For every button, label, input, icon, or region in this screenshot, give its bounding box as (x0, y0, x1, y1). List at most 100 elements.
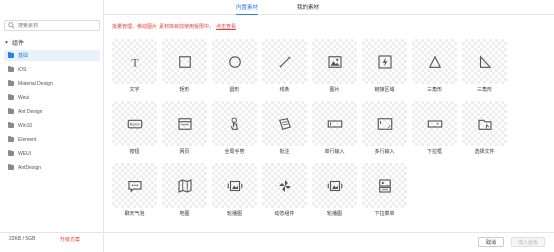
asset-tile[interactable]: 三角形 (412, 39, 457, 95)
asset-tile-preview (162, 163, 207, 208)
asset-tile[interactable]: 圆形 (212, 39, 257, 95)
upgrade-link[interactable]: 升级方案 (60, 236, 80, 243)
line-icon (279, 56, 290, 67)
asset-tile[interactable]: 批注 (262, 101, 307, 157)
asset-tile-preview: Button (112, 101, 157, 146)
search-icon (8, 22, 15, 29)
sidebar-item-label: Weui (18, 94, 30, 101)
chat-bubble-icon (127, 180, 142, 193)
footer-bar (0, 232, 554, 252)
insert-artboard-button[interactable]: 插入画板 (511, 237, 545, 247)
asset-tile-label: 多行输入 (374, 149, 395, 155)
notice-text-1: 批量管理、移动图片 (112, 24, 158, 30)
asset-tile-label: 下拉框 (426, 149, 442, 155)
asset-tile-label: 网页 (179, 149, 190, 155)
cancel-button[interactable]: 取消 (478, 237, 504, 247)
asset-tile[interactable]: 动态组件 (262, 163, 307, 219)
asset-tile-label: 文字 (129, 87, 140, 93)
sidebar-item[interactable]: iOS (4, 64, 100, 75)
asset-tile[interactable]: 轮播图 (212, 163, 257, 219)
tab-my-assets[interactable]: 我的素材 (297, 3, 319, 15)
sidebar-item[interactable]: Element (4, 134, 100, 145)
folder-icon (8, 150, 14, 156)
right-triangle-icon (479, 54, 492, 68)
image-icon (327, 55, 342, 68)
asset-tile-preview (412, 39, 457, 84)
search-input[interactable] (18, 22, 98, 29)
asset-tile[interactable]: 下拉框 (412, 101, 457, 157)
asset-tile-preview (262, 101, 307, 146)
dropdown-icon (427, 119, 442, 128)
asset-tile[interactable]: T 文字 (112, 39, 157, 95)
asset-tile-label: 轮播图 (226, 211, 242, 217)
asset-tile-preview (362, 39, 407, 84)
sidebar-item[interactable]: AntDesign (4, 162, 100, 173)
asset-tile-label: 下拉菜单 (374, 211, 395, 217)
asset-tile[interactable]: Button 按钮 (112, 101, 157, 157)
sidebar-item-label: Win10 (18, 122, 33, 129)
folder-select-icon (477, 119, 492, 130)
group-title: 组件 (11, 41, 24, 47)
folder-icon (8, 164, 14, 170)
carousel-icon (327, 180, 342, 191)
caret-down-icon: ▼ (4, 39, 9, 46)
text-icon: T (131, 55, 139, 69)
asset-tile[interactable]: 线条 (262, 39, 307, 95)
sidebar-item-label: AntDesign (18, 164, 42, 171)
sidebar-item-label: iOS (18, 66, 27, 73)
sidebar-item-label: WEUI (18, 150, 32, 157)
asset-tile-preview (362, 101, 407, 146)
asset-tile[interactable]: 图片 (312, 39, 357, 95)
search-box[interactable] (4, 20, 100, 31)
asset-tile[interactable]: 链接区域 (362, 39, 407, 95)
carousel-icon (227, 180, 242, 191)
asset-tile-label: 聊天气泡 (124, 211, 145, 217)
asset-tile-label: 选择文件 (474, 149, 495, 155)
sidebar-item-label: Element (18, 136, 37, 143)
folder-icon (8, 108, 14, 114)
asset-tile-label: 矩形 (179, 87, 190, 93)
notice-link[interactable]: 点击查看 (216, 23, 236, 30)
sidebar-item[interactable]: Win10 (4, 120, 100, 131)
asset-tile-label: 批注 (279, 149, 290, 155)
asset-tile[interactable]: 网页 (162, 101, 207, 157)
asset-tile[interactable]: 多行输入 (362, 101, 407, 157)
asset-tile-label: 地图 (179, 211, 190, 217)
folder-icon (8, 136, 14, 142)
button-icon: Button (127, 119, 142, 128)
asset-tile[interactable]: 下拉菜单 (362, 163, 407, 219)
folder-icon (8, 94, 14, 100)
tab-builtin-assets[interactable]: 内置素材 (236, 3, 259, 15)
sidebar-item[interactable]: Material Design (4, 78, 100, 89)
asset-tile-label: 动态组件 (274, 211, 295, 217)
sidebar-item[interactable]: 基础 (4, 50, 100, 61)
asset-tile[interactable]: 选择文件 (462, 101, 507, 157)
asset-tile[interactable]: 矩形 (162, 39, 207, 95)
sidebar-item[interactable]: WEUI (4, 148, 100, 159)
asset-tile-preview (312, 101, 357, 146)
asset-tile-preview (362, 163, 407, 208)
sidebar-item-label: Ant Design (18, 108, 43, 115)
asset-tile[interactable]: 轮播图 (312, 163, 357, 219)
asset-tile-preview (262, 39, 307, 84)
group-components[interactable]: ▼ 组件 (4, 38, 24, 48)
asset-tile-label: 图片 (329, 87, 340, 93)
asset-tile[interactable]: 全局手势 (212, 101, 257, 157)
asset-tile-label: 按钮 (129, 149, 140, 155)
sidebar: ▼ 组件 基础 iOS Material Design Weui Ant Design W… (0, 0, 104, 252)
sidebar-item[interactable]: Weui (4, 92, 100, 103)
svg-text:T: T (131, 55, 139, 69)
asset-tile[interactable]: 三角形 (462, 39, 507, 95)
asset-tile[interactable]: 聊天气泡 (112, 163, 157, 219)
notice-banner: 批量管理、移动图片 素材库目前使用受限中， 点击查看 (112, 23, 236, 30)
asset-tile[interactable]: 单行输入 (312, 101, 357, 157)
asset-tile[interactable]: 地图 (162, 163, 207, 219)
asset-tile-preview: T (112, 39, 157, 84)
pinwheel-icon (278, 179, 291, 192)
asset-tile-label: 单行输入 (324, 149, 345, 155)
triangle-icon (428, 54, 441, 68)
asset-tile-preview (162, 101, 207, 146)
asset-tile-preview (312, 39, 357, 84)
lightning-link-icon (377, 54, 392, 69)
sidebar-item[interactable]: Ant Design (4, 106, 100, 117)
